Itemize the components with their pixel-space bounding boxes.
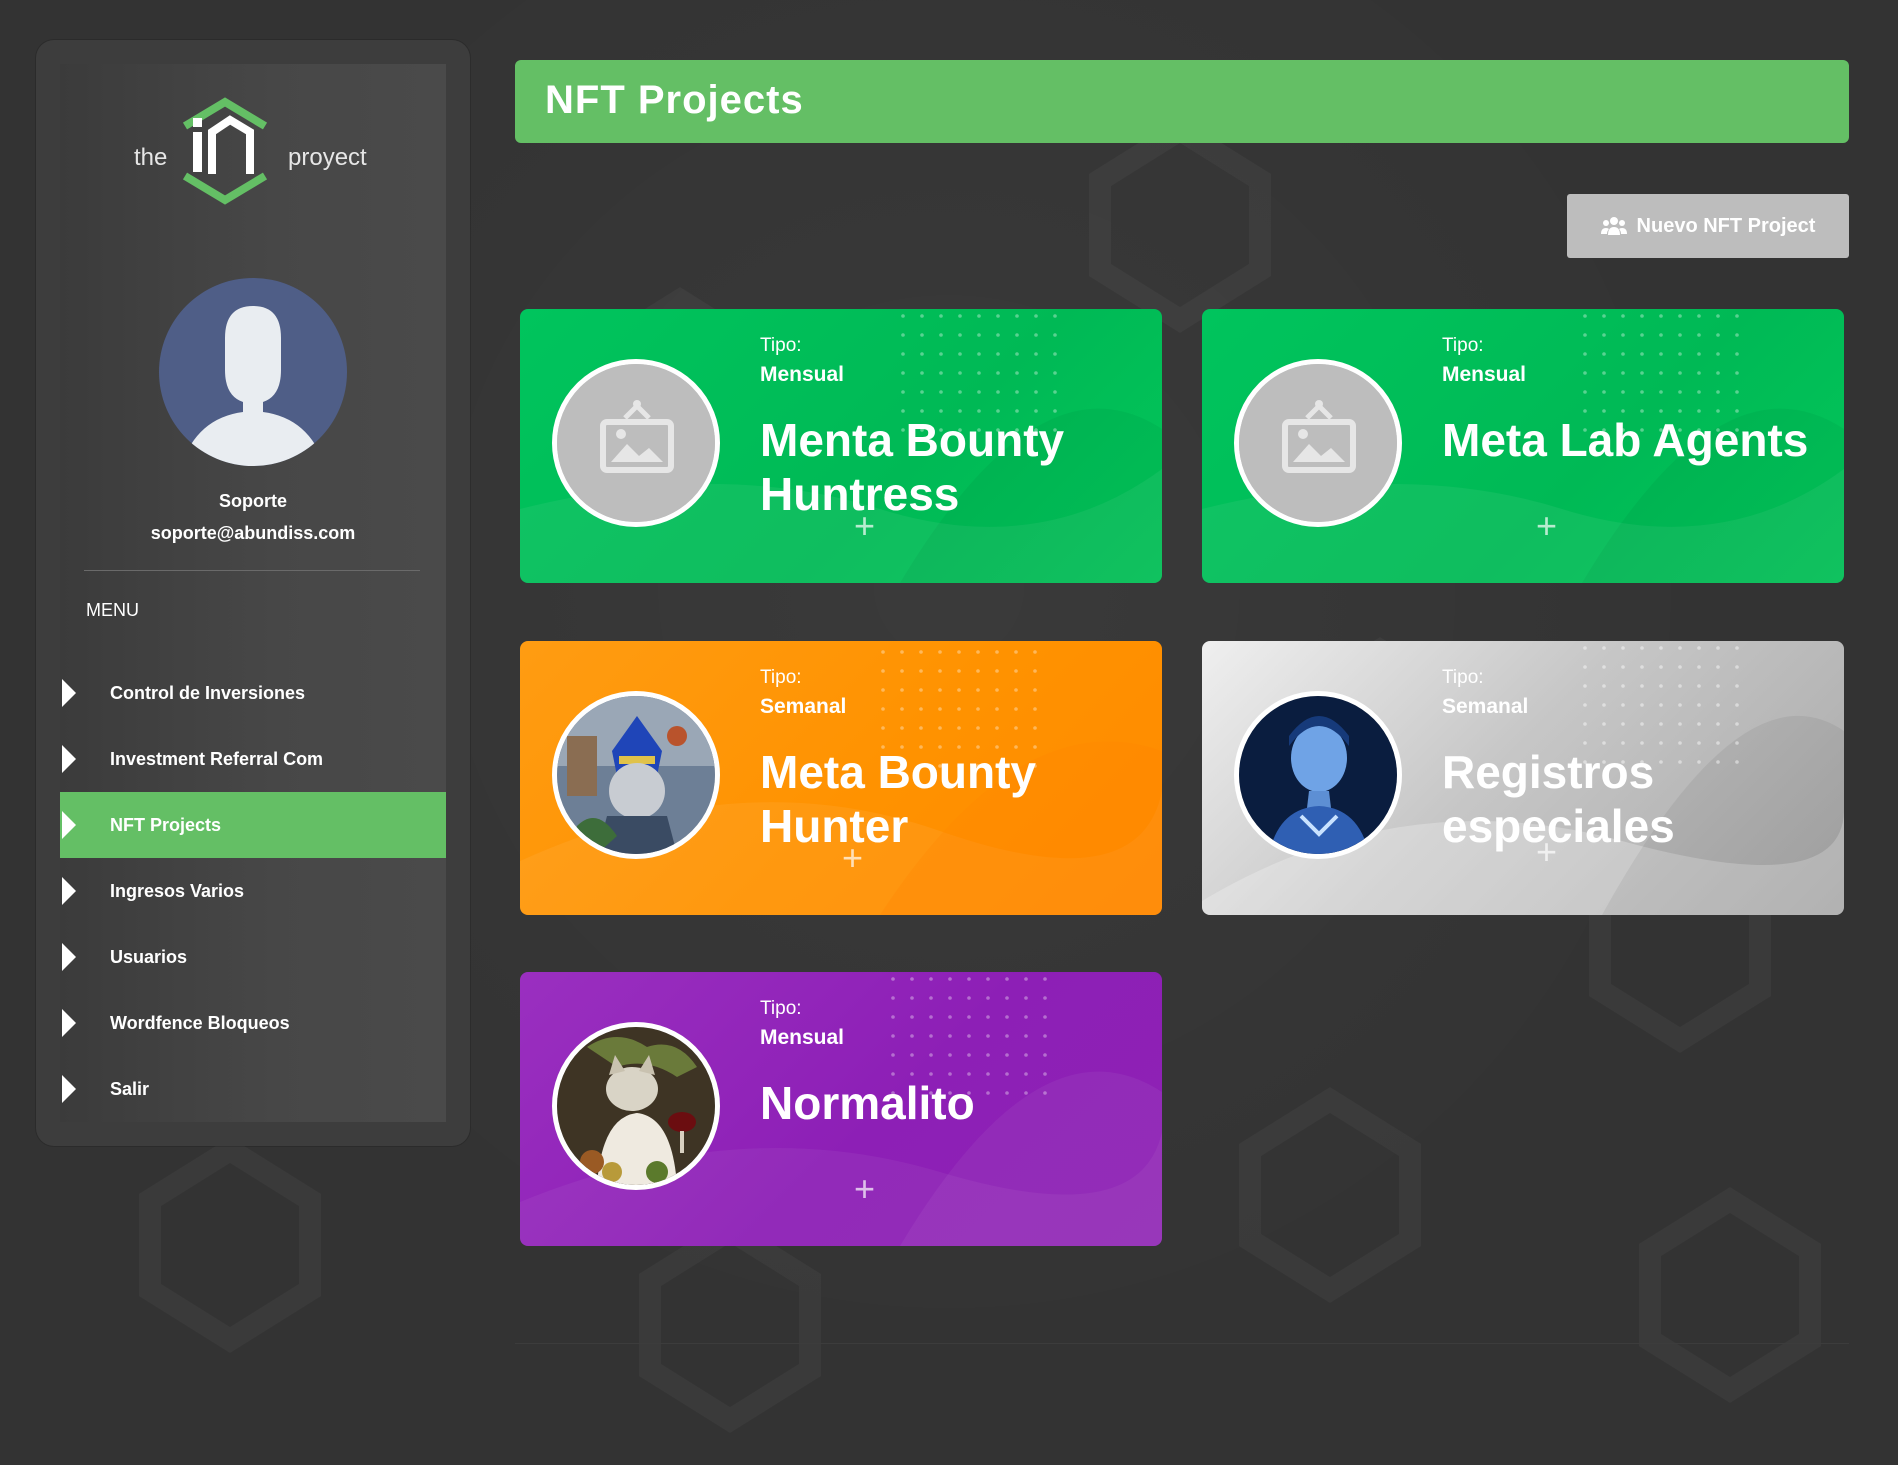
menu-item-label: NFT Projects xyxy=(110,814,222,835)
triangle-right-icon xyxy=(62,1075,76,1103)
menu-item-label: Salir xyxy=(110,1078,150,1099)
project-type-label: Tipo: xyxy=(1442,335,1484,356)
project-thumbnail xyxy=(552,1022,720,1190)
menu-item-label: Control de Inversiones xyxy=(110,682,306,703)
menu-item-salir[interactable]: Salir xyxy=(60,1056,446,1122)
plus-icon: + xyxy=(854,1168,876,1209)
logo-text-right: proyect xyxy=(288,144,367,171)
project-thumbnail xyxy=(552,691,720,859)
triangle-right-icon xyxy=(62,1009,76,1037)
project-thumbnail xyxy=(552,359,720,527)
project-card-meta-bounty-hunter[interactable]: Tipo: Semanal Meta Bounty Hunter + xyxy=(520,641,1162,915)
page-header: NFT Projects xyxy=(515,60,1849,143)
project-type-value: Semanal xyxy=(760,695,847,718)
project-type-label: Tipo: xyxy=(760,667,802,688)
menu-item-usuarios[interactable]: Usuarios xyxy=(60,924,446,990)
project-thumbnail xyxy=(1234,691,1402,859)
project-card-registros-especiales[interactable]: Tipo: Semanal Registros especiales + xyxy=(1202,641,1844,915)
users-icon xyxy=(1600,217,1627,235)
triangle-right-icon xyxy=(62,679,76,707)
robot-hunter-avatar xyxy=(557,696,715,854)
project-type-label: Tipo: xyxy=(760,335,802,356)
triangle-right-icon xyxy=(62,811,76,839)
project-type-value: Mensual xyxy=(760,1026,845,1049)
plus-icon: + xyxy=(1536,831,1558,872)
logo-hexagon-icon xyxy=(182,97,268,205)
project-title: Registros especiales xyxy=(1442,746,1675,852)
menu-item-nft-projects[interactable]: NFT Projects xyxy=(60,792,446,858)
project-card-normalito[interactable]: Tipo: Mensual Normalito + xyxy=(520,972,1162,1246)
user-name: Soporte xyxy=(218,491,287,511)
menu-item-wordfence-bloqueos[interactable]: Wordfence Bloqueos xyxy=(60,990,446,1056)
project-type-value: Mensual xyxy=(1442,363,1527,386)
logo-text-left: the xyxy=(134,144,168,171)
project-title: Meta Lab Agents xyxy=(1442,414,1809,466)
menu-item-label: Usuarios xyxy=(110,946,188,967)
project-type-value: Semanal xyxy=(1442,695,1529,718)
sidebar: the proyect Soporte soporte@abundiss.com… xyxy=(60,64,446,1122)
placeholder-image-icon xyxy=(557,364,715,522)
project-title: Menta Bounty Huntress xyxy=(760,414,1065,520)
menu-item-ingresos-varios[interactable]: Ingresos Varios xyxy=(60,858,446,924)
new-nft-project-button[interactable]: Nuevo NFT Project xyxy=(1567,194,1849,258)
blue-woman-avatar xyxy=(1239,696,1397,854)
menu-item-label: Investment Referral Com xyxy=(110,748,324,769)
plus-icon: + xyxy=(854,505,876,546)
project-card-menta-bounty-huntress[interactable]: Tipo: Mensual Menta Bounty Huntress + xyxy=(520,309,1162,583)
project-title: Meta Bounty Hunter xyxy=(760,746,1036,852)
triangle-right-icon xyxy=(62,943,76,971)
project-card-meta-lab-agents[interactable]: Tipo: Mensual Meta Lab Agents + xyxy=(1202,309,1844,583)
triangle-right-icon xyxy=(62,877,76,905)
plus-icon: + xyxy=(1536,505,1558,546)
placeholder-image-icon xyxy=(1239,364,1397,522)
project-type-label: Tipo: xyxy=(760,998,802,1019)
user-silhouette-icon xyxy=(181,306,325,466)
menu-item-label: Ingresos Varios xyxy=(110,880,245,901)
project-thumbnail xyxy=(1234,359,1402,527)
plus-icon: + xyxy=(842,837,864,878)
new-nft-project-label: Nuevo NFT Project xyxy=(1636,214,1816,237)
user-avatar[interactable] xyxy=(159,278,347,466)
app-logo[interactable]: the proyect xyxy=(130,86,380,216)
menu-item-investment-referral-com[interactable]: Investment Referral Com xyxy=(60,726,446,792)
menu-item-control-de-inversiones[interactable]: Control de Inversiones xyxy=(60,660,446,726)
sidebar-divider xyxy=(84,570,420,571)
project-title: Normalito xyxy=(760,1077,975,1129)
menu-item-label: Wordfence Bloqueos xyxy=(110,1012,290,1033)
project-type-value: Mensual xyxy=(760,363,845,386)
user-email: soporte@abundiss.com xyxy=(150,523,356,543)
menu-title: MENU xyxy=(86,600,139,620)
sidebar-menu: Control de Inversiones Investment Referr… xyxy=(60,660,446,1122)
page-title: NFT Projects xyxy=(545,78,804,122)
triangle-right-icon xyxy=(62,745,76,773)
footer-divider xyxy=(515,1343,1849,1344)
project-type-label: Tipo: xyxy=(1442,667,1484,688)
cat-painting-avatar xyxy=(557,1027,715,1185)
